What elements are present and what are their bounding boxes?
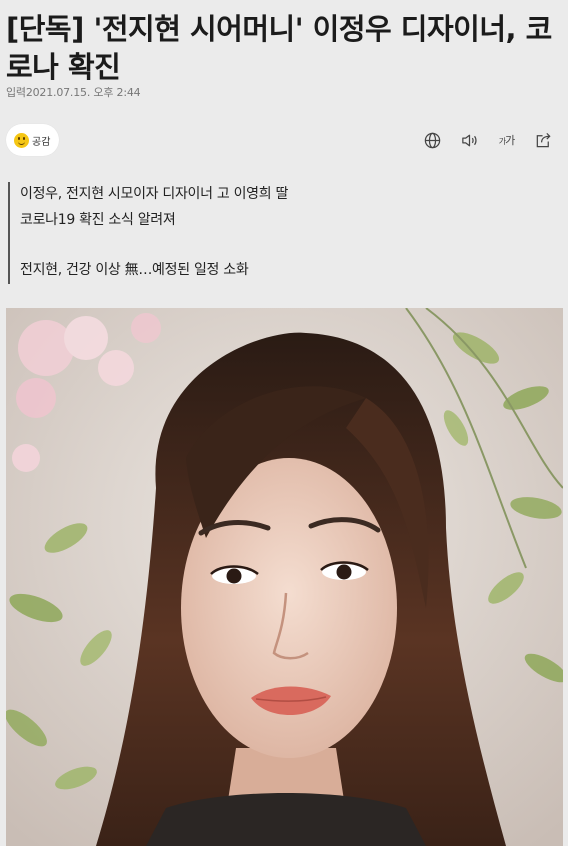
font-size-button[interactable]: 가가 [488,128,525,152]
summary-line: 코로나19 확진 소식 알려져 [20,211,176,228]
summary-spacer [20,233,548,258]
font-size-icon: 가가 [498,134,515,147]
summary-line: 전지현, 건강 이상 無…예정된 일정 소화 [20,262,249,278]
globe-icon [424,132,441,148]
article-summary: 이정우, 전지현 시모이자 디자이너 고 이영희 딸 코로나19 확진 소식 알… [8,182,548,284]
article-headline: [단독] '전지현 시어머니' 이정우 디자이너, 코로나 확진 [6,12,552,84]
listen-button[interactable] [451,128,488,152]
publish-date: 입력2021.07.15. 오후 2:44 [6,86,141,99]
share-button[interactable] [525,128,562,152]
translate-button[interactable] [414,128,451,152]
empathy-label: 공감 [32,136,51,148]
smile-emoji-icon [14,132,29,148]
summary-line: 이정우, 전지현 시모이자 디자이너 고 이영희 딸 [20,186,289,202]
article-photo[interactable] [6,308,563,846]
empathy-button[interactable]: 공감 [6,124,60,156]
share-icon [536,132,551,147]
article-toolbar: 가가 [414,128,562,152]
speaker-icon [462,134,477,146]
